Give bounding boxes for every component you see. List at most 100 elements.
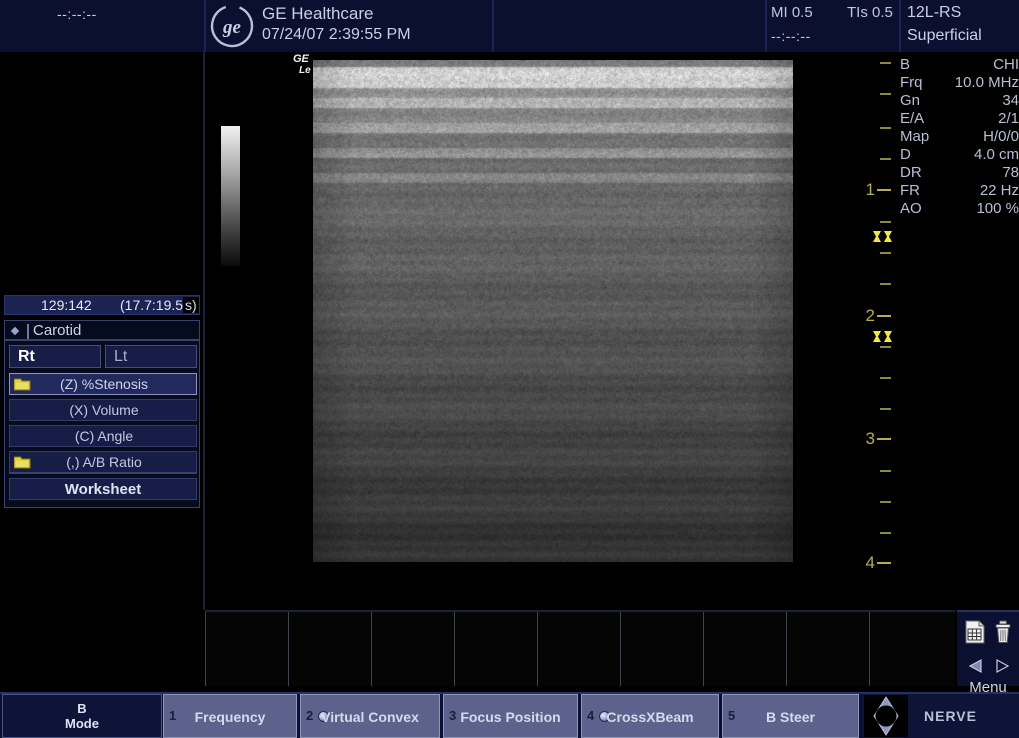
trash-can-icon[interactable]: [993, 620, 1013, 649]
param-value: 78: [1002, 164, 1019, 181]
measurement-menu-title: Carotid: [5, 321, 199, 341]
param-row-e-a: E/A 2/1: [895, 110, 1019, 128]
depth-tick-minor: [880, 93, 891, 95]
toolbar-button-frequency[interactable]: 1 Frequency: [163, 694, 297, 738]
thumbnail-cell[interactable]: [869, 612, 952, 686]
depth-tick-minor: [880, 283, 891, 285]
orientation-marker-line1: GE: [293, 53, 309, 65]
thumbnail-cell[interactable]: [288, 612, 371, 686]
toolbar-button-label: Frequency: [194, 709, 266, 725]
param-row-fr: FR 22 Hz: [895, 182, 1019, 200]
thumbnail-cell[interactable]: [620, 612, 703, 686]
thumbnail-cell[interactable]: [703, 612, 786, 686]
param-value: 22 Hz: [979, 182, 1019, 199]
toolbar-button-label: Virtual Convex: [321, 709, 419, 725]
bottom-toolbar: B Mode NERVE 1 Frequency 2 Virtual Convex 3 F…: [0, 694, 1019, 738]
mode-button-line2: Mode: [65, 716, 99, 731]
mode-button-b-mode[interactable]: B Mode: [2, 694, 162, 738]
toolbar-button-b-steer[interactable]: 5B Steer: [722, 694, 859, 738]
clip-time-unit: s): [183, 297, 199, 313]
param-value: CHI: [993, 56, 1019, 73]
ultrasound-bmode-image[interactable]: [313, 60, 793, 562]
nerve-indicator[interactable]: NERVE: [862, 694, 1019, 738]
brand-name: GE Healthcare: [262, 4, 374, 23]
cine-clip-status: 129:142 (17.7:19.5 s): [4, 295, 200, 315]
menu-separator: [9, 472, 197, 474]
depth-label-1cm: 1: [865, 180, 875, 199]
focus-zone-marker-icon: [872, 330, 894, 343]
toolbar-button-label: CrossXBeam: [606, 709, 694, 725]
measure-item-stenosis[interactable]: (Z) %Stenosis: [9, 373, 197, 395]
thermal-index: TIs 0.5: [847, 4, 893, 21]
param-value: 10.0 MHz: [954, 74, 1019, 91]
thumbnail-cell[interactable]: [786, 612, 869, 686]
measure-item-ab-ratio-label: (,) A/B Ratio: [66, 454, 142, 470]
arrow-left-icon[interactable]: [967, 658, 985, 679]
side-button-rt-label: Rt: [18, 347, 35, 365]
grayscale-map-bar: [221, 126, 240, 266]
depth-scale: 1 2 3 4: [859, 52, 895, 610]
scan-area: GE Le: [205, 52, 859, 610]
param-row-ao: AO 100 %: [895, 200, 1019, 218]
clip-frame-range: 129:142: [41, 297, 92, 313]
depth-tick-major: [877, 315, 891, 317]
side-button-rt[interactable]: Rt: [9, 345, 101, 368]
menu-corner: Menu: [957, 610, 1019, 696]
thumbnail-cell[interactable]: [537, 612, 620, 686]
depth-tick-minor: [880, 252, 891, 254]
thumbnail-cell[interactable]: [205, 612, 288, 686]
depth-tick-minor: [880, 127, 891, 129]
mechanical-index: MI 0.5: [771, 4, 813, 21]
side-button-lt-label: Lt: [114, 347, 128, 365]
toolbar-button-label: Focus Position: [460, 709, 561, 725]
measure-item-ab-ratio[interactable]: (,) A/B Ratio: [9, 451, 197, 473]
param-row-b: B CHI: [895, 56, 1019, 74]
depth-tick-minor: [880, 532, 891, 534]
param-value: H/0/0: [983, 128, 1019, 145]
left-panel: 129:142 (17.7:19.5 s) Carotid Rt Lt (Z) …: [0, 52, 204, 686]
thumbnail-cell[interactable]: [371, 612, 454, 686]
measure-item-angle-label: (C) Angle: [74, 428, 134, 444]
depth-tick-minor: [880, 346, 891, 348]
depth-tick-minor: [880, 377, 891, 379]
probe-name: 12L-RS: [907, 4, 962, 21]
arrow-right-icon[interactable]: [993, 658, 1011, 679]
toolbar-button-focus-position[interactable]: 3 Focus Position: [443, 694, 578, 738]
param-row-frq: Frq 10.0 MHz: [895, 74, 1019, 92]
param-key: Map: [900, 128, 930, 145]
header-divider-3: [765, 0, 767, 52]
param-value: 4.0 cm: [973, 146, 1019, 163]
header-divider-4: [899, 0, 901, 52]
clip-time-range: (17.7:19.5: [120, 297, 184, 313]
param-row-map: Map H/0/0: [895, 128, 1019, 146]
param-key: DR: [900, 164, 922, 181]
exam-datetime: 07/24/07 2:39:55 PM: [262, 26, 411, 43]
toolbar-button-virtual-convex[interactable]: 2 Virtual Convex: [300, 694, 440, 738]
depth-tick-major: [877, 438, 891, 440]
param-key: Frq: [900, 74, 923, 91]
depth-tick-minor: [880, 158, 891, 160]
thumbnail-cell[interactable]: [454, 612, 537, 686]
depth-tick-major: [877, 189, 891, 191]
param-row-d: D 4.0 cm: [895, 146, 1019, 164]
exam-timer: --:--:--: [57, 6, 97, 22]
param-key: FR: [900, 182, 920, 199]
measure-item-volume[interactable]: (X) Volume: [9, 399, 197, 421]
depth-tick-minor: [880, 408, 891, 410]
four-way-nav-icon: [864, 695, 908, 737]
measure-item-stenosis-label: (Z) %Stenosis: [60, 376, 148, 392]
mode-button-line1: B: [77, 701, 87, 716]
thumbnail-strip: [205, 612, 955, 686]
diamond-bullet-icon: [10, 326, 20, 336]
orientation-marker: GE Le: [293, 53, 311, 77]
side-selector: Rt Lt: [9, 345, 197, 368]
svg-text:ge: ge: [222, 17, 242, 38]
ultrasound-console-screen: --:--:-- ge GE Healthcare 07/24/07 2:39:…: [0, 0, 1019, 738]
spreadsheet-icon[interactable]: [965, 620, 985, 649]
param-value: 34: [1002, 92, 1019, 109]
worksheet-button[interactable]: Worksheet: [9, 478, 197, 500]
side-button-lt[interactable]: Lt: [105, 345, 197, 368]
toolbar-button-crossxbeam[interactable]: 4 CrossXBeam: [581, 694, 719, 738]
depth-tick-major: [877, 562, 891, 564]
measure-item-angle[interactable]: (C) Angle: [9, 425, 197, 447]
